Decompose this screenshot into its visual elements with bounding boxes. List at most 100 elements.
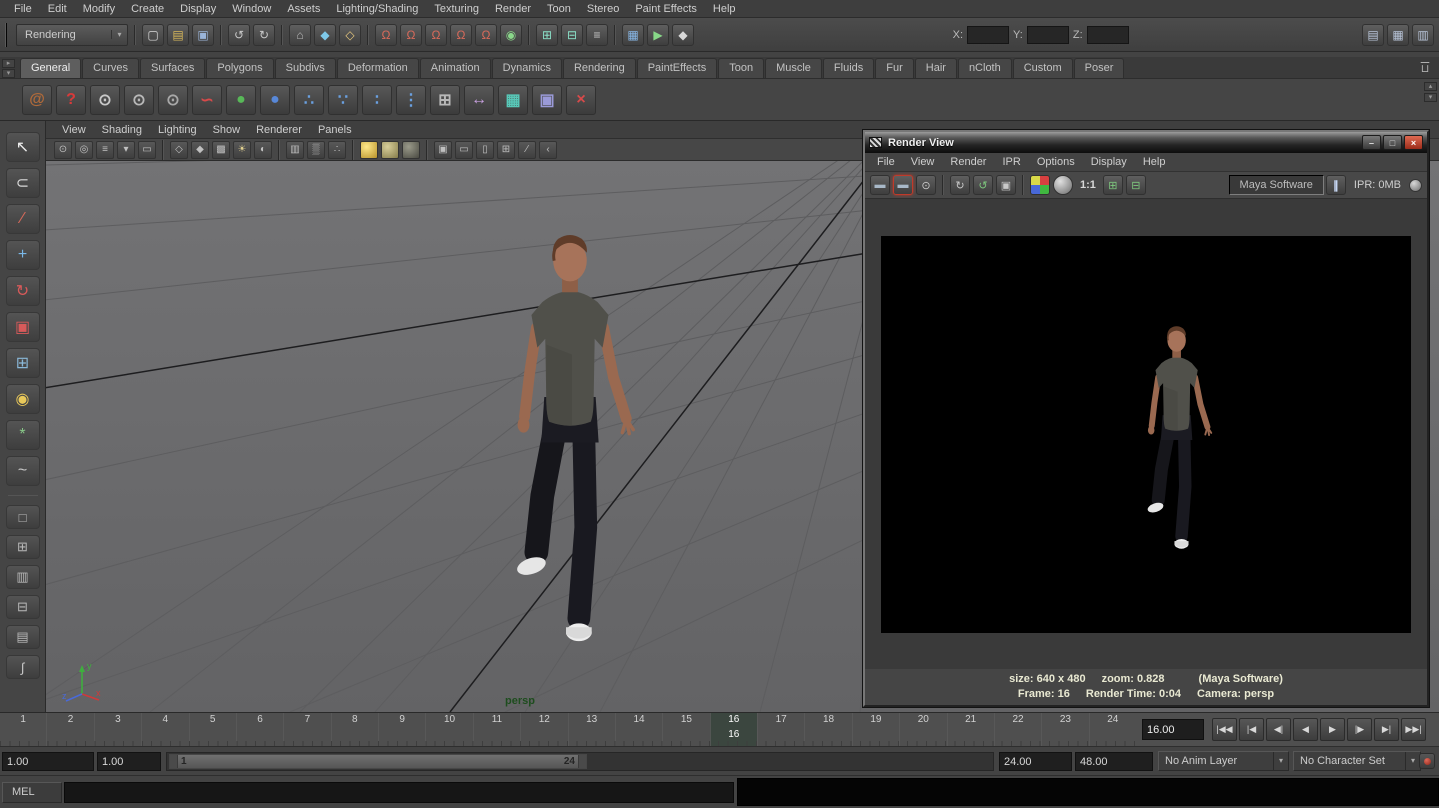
shelf-tab-general[interactable]: General	[20, 58, 81, 78]
container-icon[interactable]: ▦	[498, 85, 528, 115]
menu-toon[interactable]: Toon	[539, 2, 579, 16]
command-language-toggle[interactable]: MEL	[2, 782, 62, 803]
layout-hypershade-icon[interactable]: ▤	[6, 625, 40, 649]
range-slider-handle[interactable]: 1 24	[169, 754, 587, 769]
shelf-tab-poser[interactable]: Poser	[1074, 58, 1125, 78]
playback-start-field[interactable]	[97, 752, 161, 771]
shelf-scroll-up-icon[interactable]: ▴	[1424, 82, 1437, 91]
menu-assets[interactable]: Assets	[279, 2, 328, 16]
step-forward-key-icon[interactable]: ▶|	[1374, 718, 1399, 741]
shelf-tab-fluids[interactable]: Fluids	[823, 58, 874, 78]
snap-to-point-icon[interactable]: Ω	[425, 24, 447, 46]
select-by-hierarchy-icon[interactable]: ⌂	[289, 24, 311, 46]
frame-6[interactable]: 6	[236, 713, 283, 746]
toolbar-grip[interactable]	[5, 23, 11, 47]
shelf-tab-deformation[interactable]: Deformation	[337, 58, 419, 78]
channel-box-icon[interactable]: ▥	[1412, 24, 1434, 46]
z-input[interactable]	[1087, 26, 1129, 44]
pause-ipr-icon[interactable]: ∥	[1326, 175, 1346, 195]
step-back-key-icon[interactable]: |◀	[1239, 718, 1264, 741]
shelf-tab-dynamics[interactable]: Dynamics	[492, 58, 562, 78]
shelf-tab-muscle[interactable]: Muscle	[765, 58, 822, 78]
panel-menu-panels[interactable]: Panels	[310, 123, 360, 137]
x-ray-joints-icon[interactable]: ∴	[328, 141, 346, 159]
snap-to-curve-icon[interactable]: Ω	[400, 24, 422, 46]
menu-create[interactable]: Create	[123, 2, 172, 16]
minimize-button[interactable]: –	[1362, 135, 1381, 150]
layout-single-pane-icon[interactable]: □	[6, 505, 40, 529]
playback-end-field[interactable]	[999, 752, 1072, 771]
remove-image-icon[interactable]: ⊟	[1126, 175, 1146, 195]
scale-tool-icon[interactable]: ▣	[6, 312, 40, 342]
window-titlebar[interactable]: Render View – □ ×	[865, 132, 1427, 153]
tool-settings-icon[interactable]: ▦	[1387, 24, 1409, 46]
zoom-ratio-button[interactable]: 1:1	[1075, 179, 1101, 191]
rgb-channels-icon[interactable]	[1030, 175, 1050, 195]
frame-20[interactable]: 20	[899, 713, 946, 746]
frame-5[interactable]: 5	[189, 713, 236, 746]
default-light-icon[interactable]	[360, 141, 378, 159]
render-current-frame-icon[interactable]: ▬	[870, 175, 890, 195]
menu-file[interactable]: File	[6, 2, 40, 16]
layout-four-pane-icon[interactable]: ⊞	[6, 535, 40, 559]
snapshot-icon[interactable]: ⊙	[916, 175, 936, 195]
render-image-area[interactable]	[865, 199, 1427, 669]
frame-19[interactable]: 19	[852, 713, 899, 746]
shelf-tab-rendering[interactable]: Rendering	[563, 58, 636, 78]
menu-paint-effects[interactable]: Paint Effects	[627, 2, 705, 16]
resolution-gate-icon[interactable]: ▭	[455, 141, 473, 159]
redo-previous-render-icon[interactable]: ↻	[950, 175, 970, 195]
character-model[interactable]	[483, 231, 651, 656]
shelf-tab-ncloth[interactable]: nCloth	[958, 58, 1012, 78]
image-plane-icon[interactable]: ▭	[138, 141, 156, 159]
menu-edit[interactable]: Edit	[40, 2, 75, 16]
gate-mask-icon[interactable]: ▯	[476, 141, 494, 159]
ik-spline-icon[interactable]: ⋮	[396, 85, 426, 115]
menu-lighting-shading[interactable]: Lighting/Shading	[328, 2, 426, 16]
select-by-component-icon[interactable]: ◇	[339, 24, 361, 46]
snap-to-projected-center-icon[interactable]: Ω	[450, 24, 472, 46]
animation-start-field[interactable]	[2, 752, 94, 771]
shelf-tab-animation[interactable]: Animation	[420, 58, 491, 78]
frame-8[interactable]: 8	[331, 713, 378, 746]
spiral-primitive-icon[interactable]: @	[22, 85, 52, 115]
alpha-channel-icon[interactable]	[1053, 175, 1073, 195]
textured-mode-icon[interactable]: ▩	[212, 141, 230, 159]
two-lights-icon[interactable]	[381, 141, 399, 159]
x-input[interactable]	[967, 26, 1009, 44]
show-manipulator-tool-icon[interactable]: *	[6, 420, 40, 450]
frame-11[interactable]: 11	[473, 713, 520, 746]
frame-24[interactable]: 24	[1089, 713, 1136, 746]
select-by-object-icon[interactable]: ◆	[314, 24, 336, 46]
frame-17[interactable]: 17	[757, 713, 804, 746]
renderer-dropdown[interactable]: Maya Software	[1229, 175, 1324, 195]
animation-end-field[interactable]	[1075, 752, 1153, 771]
menu-render[interactable]: Render	[487, 2, 539, 16]
panel-menu-view[interactable]: View	[54, 123, 94, 137]
menu-window[interactable]: Window	[224, 2, 279, 16]
panel-menu-renderer[interactable]: Renderer	[248, 123, 310, 137]
wireframe-mode-icon[interactable]: ◇	[170, 141, 188, 159]
frame-13[interactable]: 13	[568, 713, 615, 746]
shadows-mode-icon[interactable]: ◐	[254, 141, 272, 159]
frame-4[interactable]: 4	[141, 713, 188, 746]
hypergraph-icon[interactable]: ⊞	[430, 85, 460, 115]
frame-1[interactable]: 1	[0, 713, 46, 746]
rendered-image[interactable]	[881, 236, 1411, 633]
panel-menu-shading[interactable]: Shading	[94, 123, 150, 137]
rv-menu-display[interactable]: Display	[1083, 155, 1135, 169]
lock-camera-icon[interactable]: ◎	[75, 141, 93, 159]
new-scene-icon[interactable]: ▢	[142, 24, 164, 46]
maximize-button[interactable]: □	[1383, 135, 1402, 150]
frame-10[interactable]: 10	[425, 713, 472, 746]
camera-icon[interactable]: ⊙	[90, 85, 120, 115]
camera-aim-up-icon[interactable]: ⊙	[158, 85, 188, 115]
play-forwards-icon[interactable]: ▶	[1320, 718, 1345, 741]
frame-22[interactable]: 22	[994, 713, 1041, 746]
x-ray-mode-icon[interactable]: ▒	[307, 141, 325, 159]
rv-menu-options[interactable]: Options	[1029, 155, 1083, 169]
panel-menu-show[interactable]: Show	[205, 123, 249, 137]
frame-18[interactable]: 18	[804, 713, 851, 746]
paint-select-tool-icon[interactable]: ∕	[6, 204, 40, 234]
sever-tool-icon[interactable]: ×	[566, 85, 596, 115]
